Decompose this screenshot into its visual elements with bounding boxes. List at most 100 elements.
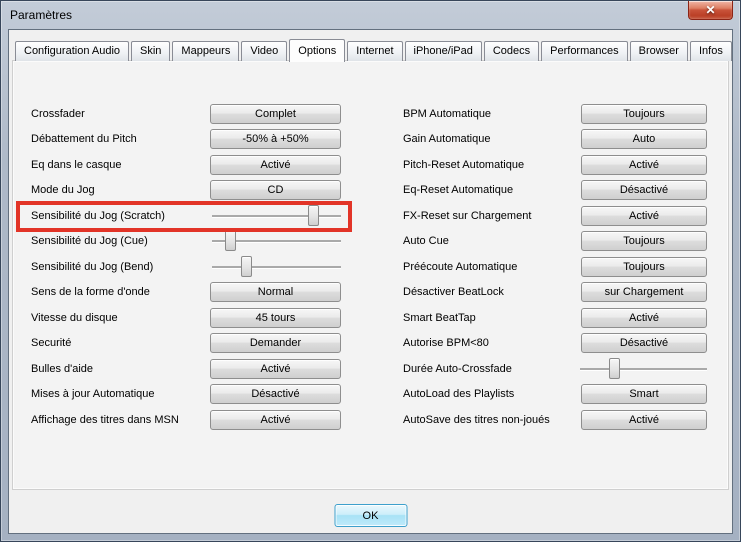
option-row: Durée Auto-Crossfade	[403, 356, 707, 382]
option-value-button[interactable]: Auto	[581, 129, 707, 150]
option-slider[interactable]	[212, 229, 341, 253]
option-label: Sensibilité du Jog (Bend)	[31, 260, 154, 273]
option-label: AutoLoad des Playlists	[403, 388, 515, 401]
options-left-column: Crossfader Complet Débattement du Pitch -50…	[16, 101, 352, 433]
close-button[interactable]: ✕	[688, 1, 733, 20]
option-value-button[interactable]: 45 tours	[210, 307, 341, 328]
option-row: Affichage des titres dans MSN Activé	[31, 407, 341, 433]
tab-iphone-ipad[interactable]: iPhone/iPad	[404, 41, 482, 61]
option-value-button[interactable]: Demander	[210, 333, 341, 354]
option-label: Bulles d'aide	[31, 362, 94, 375]
option-value-button[interactable]: Toujours	[581, 231, 707, 252]
window-title: Paramètres	[10, 8, 73, 22]
option-row: Sensibilité du Jog (Cue)	[31, 229, 341, 255]
slider-thumb[interactable]	[225, 230, 237, 252]
option-row: Securité Demander	[31, 331, 341, 357]
option-label: Eq-Reset Automatique	[403, 184, 514, 197]
option-value-button[interactable]: Toujours	[581, 103, 707, 124]
option-value-button[interactable]: Activé	[581, 205, 707, 226]
option-value-button[interactable]: Activé	[210, 154, 341, 175]
option-label: Mode du Jog	[31, 184, 95, 197]
option-row: Eq dans le casque Activé	[31, 152, 341, 178]
option-value-button[interactable]: Activé	[581, 409, 707, 430]
option-row: Smart BeatTap Activé	[403, 305, 707, 331]
ok-button[interactable]: OK	[334, 504, 407, 527]
option-value-button[interactable]: Désactivé	[581, 333, 707, 354]
option-row: AutoSave des titres non-joués Activé	[403, 407, 707, 433]
option-label: Crossfader	[31, 107, 85, 120]
option-label: Affichage des titres dans MSN	[31, 413, 179, 426]
option-label: Sensibilité du Jog (Scratch)	[31, 209, 165, 222]
tab-video[interactable]: Video	[241, 41, 288, 61]
close-icon: ✕	[705, 2, 716, 17]
tab-internet[interactable]: Internet	[347, 41, 403, 61]
option-row: Gain Automatique Auto	[403, 127, 707, 153]
option-value-button[interactable]: sur Chargement	[581, 282, 707, 303]
option-value-button[interactable]: Activé	[581, 154, 707, 175]
option-label: Sensibilité du Jog (Cue)	[31, 235, 148, 248]
option-row: Préécoute Automatique Toujours	[403, 254, 707, 280]
option-label: BPM Automatique	[403, 107, 492, 120]
option-label: Smart BeatTap	[403, 311, 476, 324]
option-value-button[interactable]: Activé	[581, 307, 707, 328]
option-value-button[interactable]: Activé	[210, 409, 341, 430]
option-label: Securité	[31, 337, 72, 350]
slider-thumb[interactable]	[609, 357, 621, 379]
tab-mappeurs[interactable]: Mappeurs	[172, 41, 240, 61]
option-slider[interactable]	[580, 357, 707, 381]
option-value-button[interactable]: Complet	[210, 103, 341, 124]
option-value-button[interactable]: Activé	[210, 358, 341, 379]
slider-track	[580, 367, 707, 370]
option-label: Autorise BPM<80	[403, 337, 489, 350]
option-row: Débattement du Pitch -50% à +50%	[31, 127, 341, 153]
tab-performances[interactable]: Performances	[541, 41, 628, 61]
option-row: BPM Automatique Toujours	[403, 101, 707, 127]
option-label: Débattement du Pitch	[31, 133, 137, 146]
option-value-button[interactable]: Désactivé	[210, 384, 341, 405]
option-label: Durée Auto-Crossfade	[403, 362, 512, 375]
settings-dialog: Paramètres ✕ Configuration Audio Skin Mapp…	[0, 0, 741, 542]
tab-skin[interactable]: Skin	[131, 41, 171, 61]
title-bar[interactable]: Paramètres	[1, 1, 740, 29]
tab-codecs[interactable]: Codecs	[483, 41, 540, 61]
option-value-button[interactable]: Désactivé	[581, 180, 707, 201]
option-label: Sens de la forme d'onde	[31, 286, 150, 299]
option-value-button[interactable]: Smart	[581, 384, 707, 405]
option-value-button[interactable]: -50% à +50%	[210, 129, 341, 150]
option-row: Autorise BPM<80 Désactivé	[403, 331, 707, 357]
option-row: Eq-Reset Automatique Désactivé	[403, 178, 707, 204]
options-tab-panel: Crossfader Complet Débattement du Pitch -50…	[12, 60, 729, 490]
option-row: FX-Reset sur Chargement Activé	[403, 203, 707, 229]
option-row: Mises à jour Automatique Désactivé	[31, 382, 341, 408]
option-label: Vitesse du disque	[31, 311, 118, 324]
option-slider[interactable]	[212, 204, 341, 228]
option-row: Sensibilité du Jog (Scratch)	[16, 201, 352, 232]
option-row: Mode du Jog CD	[31, 178, 341, 204]
options-right-column: BPM Automatique Toujours Gain Automatique A…	[403, 101, 707, 433]
option-label: FX-Reset sur Chargement	[403, 209, 532, 222]
tab-bar: Configuration Audio Skin Mappeurs Video Opti…	[15, 38, 732, 62]
tab-options[interactable]: Options	[289, 39, 346, 62]
slider-thumb[interactable]	[240, 255, 252, 277]
option-label: Gain Automatique	[403, 133, 491, 146]
option-slider[interactable]	[212, 255, 341, 279]
slider-thumb[interactable]	[307, 204, 319, 226]
option-label: Désactiver BeatLock	[403, 286, 504, 299]
tab-browser[interactable]: Browser	[629, 41, 688, 61]
option-label: Mises à jour Automatique	[31, 388, 155, 401]
dialog-body: Configuration Audio Skin Mappeurs Video Opti…	[8, 29, 733, 534]
option-row: Bulles d'aide Activé	[31, 356, 341, 382]
option-value-button[interactable]: CD	[210, 180, 341, 201]
tab-configuration-audio[interactable]: Configuration Audio	[15, 41, 130, 61]
tab-infos[interactable]: Infos	[689, 41, 732, 61]
option-value-button[interactable]: Normal	[210, 282, 341, 303]
option-value-button[interactable]: Toujours	[581, 256, 707, 277]
option-label: Auto Cue	[403, 235, 449, 248]
option-row: Sensibilité du Jog (Bend)	[31, 254, 341, 280]
option-row: Auto Cue Toujours	[403, 229, 707, 255]
option-label: Eq dans le casque	[31, 158, 122, 171]
option-label: AutoSave des titres non-joués	[403, 413, 550, 426]
option-row: Pitch-Reset Automatique Activé	[403, 152, 707, 178]
slider-track	[212, 265, 341, 268]
option-row: AutoLoad des Playlists Smart	[403, 382, 707, 408]
